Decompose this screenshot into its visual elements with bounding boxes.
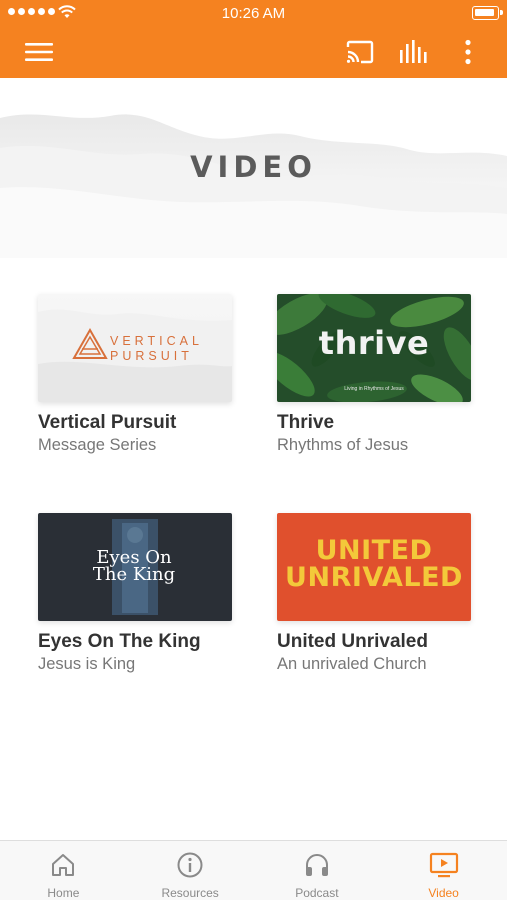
thumbnail-text: thrive xyxy=(318,324,430,362)
status-bar: 10:26 AM xyxy=(0,0,507,26)
page-title: VIDEO xyxy=(190,150,317,184)
hero-banner: VIDEO xyxy=(0,78,507,258)
home-icon xyxy=(52,853,75,876)
card-subtitle: Rhythms of Jesus xyxy=(277,436,409,454)
vertical-pursuit-logo-icon xyxy=(72,328,108,359)
card-subtitle: An unrivaled Church xyxy=(277,655,427,673)
series-thumbnail: Eyes On The King xyxy=(38,513,232,621)
cast-icon xyxy=(346,40,374,64)
tab-podcast[interactable]: Podcast xyxy=(254,841,381,900)
battery-icon xyxy=(472,6,503,20)
tab-video[interactable]: Video xyxy=(380,841,507,900)
bottom-tab-bar: Home Resources Podcast Video xyxy=(0,840,507,900)
status-time: 10:26 AM xyxy=(221,5,286,22)
headphones-icon xyxy=(305,853,328,876)
equalizer-button[interactable] xyxy=(392,34,436,70)
thumbnail-text: UNITED UNRIVALED xyxy=(285,535,463,593)
tab-label: Home xyxy=(47,886,80,900)
card-title: Thrive xyxy=(277,412,335,433)
menu-icon xyxy=(25,43,53,61)
app-header: 10:26 AM xyxy=(0,0,507,78)
equalizer-icon xyxy=(400,40,427,63)
series-thumbnail: thrive Living in Rhythms of Jesus xyxy=(277,294,471,402)
series-card-eyes-on-the-king[interactable]: Eyes On The King Eyes On The King Jesus … xyxy=(38,513,232,674)
tab-label: Resources xyxy=(161,886,219,900)
card-title: United Unrivaled xyxy=(277,631,428,652)
tab-home[interactable]: Home xyxy=(0,841,127,900)
series-thumbnail: VERTICAL PURSUIT xyxy=(38,294,232,402)
card-subtitle: Jesus is King xyxy=(38,655,136,673)
info-icon xyxy=(177,852,203,877)
tab-label: Podcast xyxy=(295,886,339,900)
series-card-vertical-pursuit[interactable]: VERTICAL PURSUIT Vertical Pursuit Messag… xyxy=(38,294,232,455)
cast-button[interactable] xyxy=(338,34,382,70)
menu-button[interactable] xyxy=(16,34,62,70)
card-title: Eyes On The King xyxy=(38,631,201,652)
more-options-button[interactable] xyxy=(450,34,486,70)
thumbnail-text: VERTICAL PURSUIT xyxy=(110,334,203,363)
card-subtitle: Message Series xyxy=(38,436,157,454)
tab-label: Video xyxy=(428,886,459,900)
series-card-thrive[interactable]: thrive Living in Rhythms of Jesus Thrive… xyxy=(277,294,471,455)
more-vertical-icon xyxy=(465,39,471,65)
series-thumbnail: UNITED UNRIVALED xyxy=(277,513,471,621)
thumbnail-text: Eyes On The King xyxy=(92,547,176,585)
series-card-united-unrivaled[interactable]: UNITED UNRIVALED United Unrivaled An unr… xyxy=(277,513,471,674)
card-title: Vertical Pursuit xyxy=(38,412,177,433)
tv-play-icon xyxy=(429,852,458,877)
tab-resources[interactable]: Resources xyxy=(127,841,254,900)
thumbnail-tagline: Living in Rhythms of Jesus xyxy=(344,386,404,392)
